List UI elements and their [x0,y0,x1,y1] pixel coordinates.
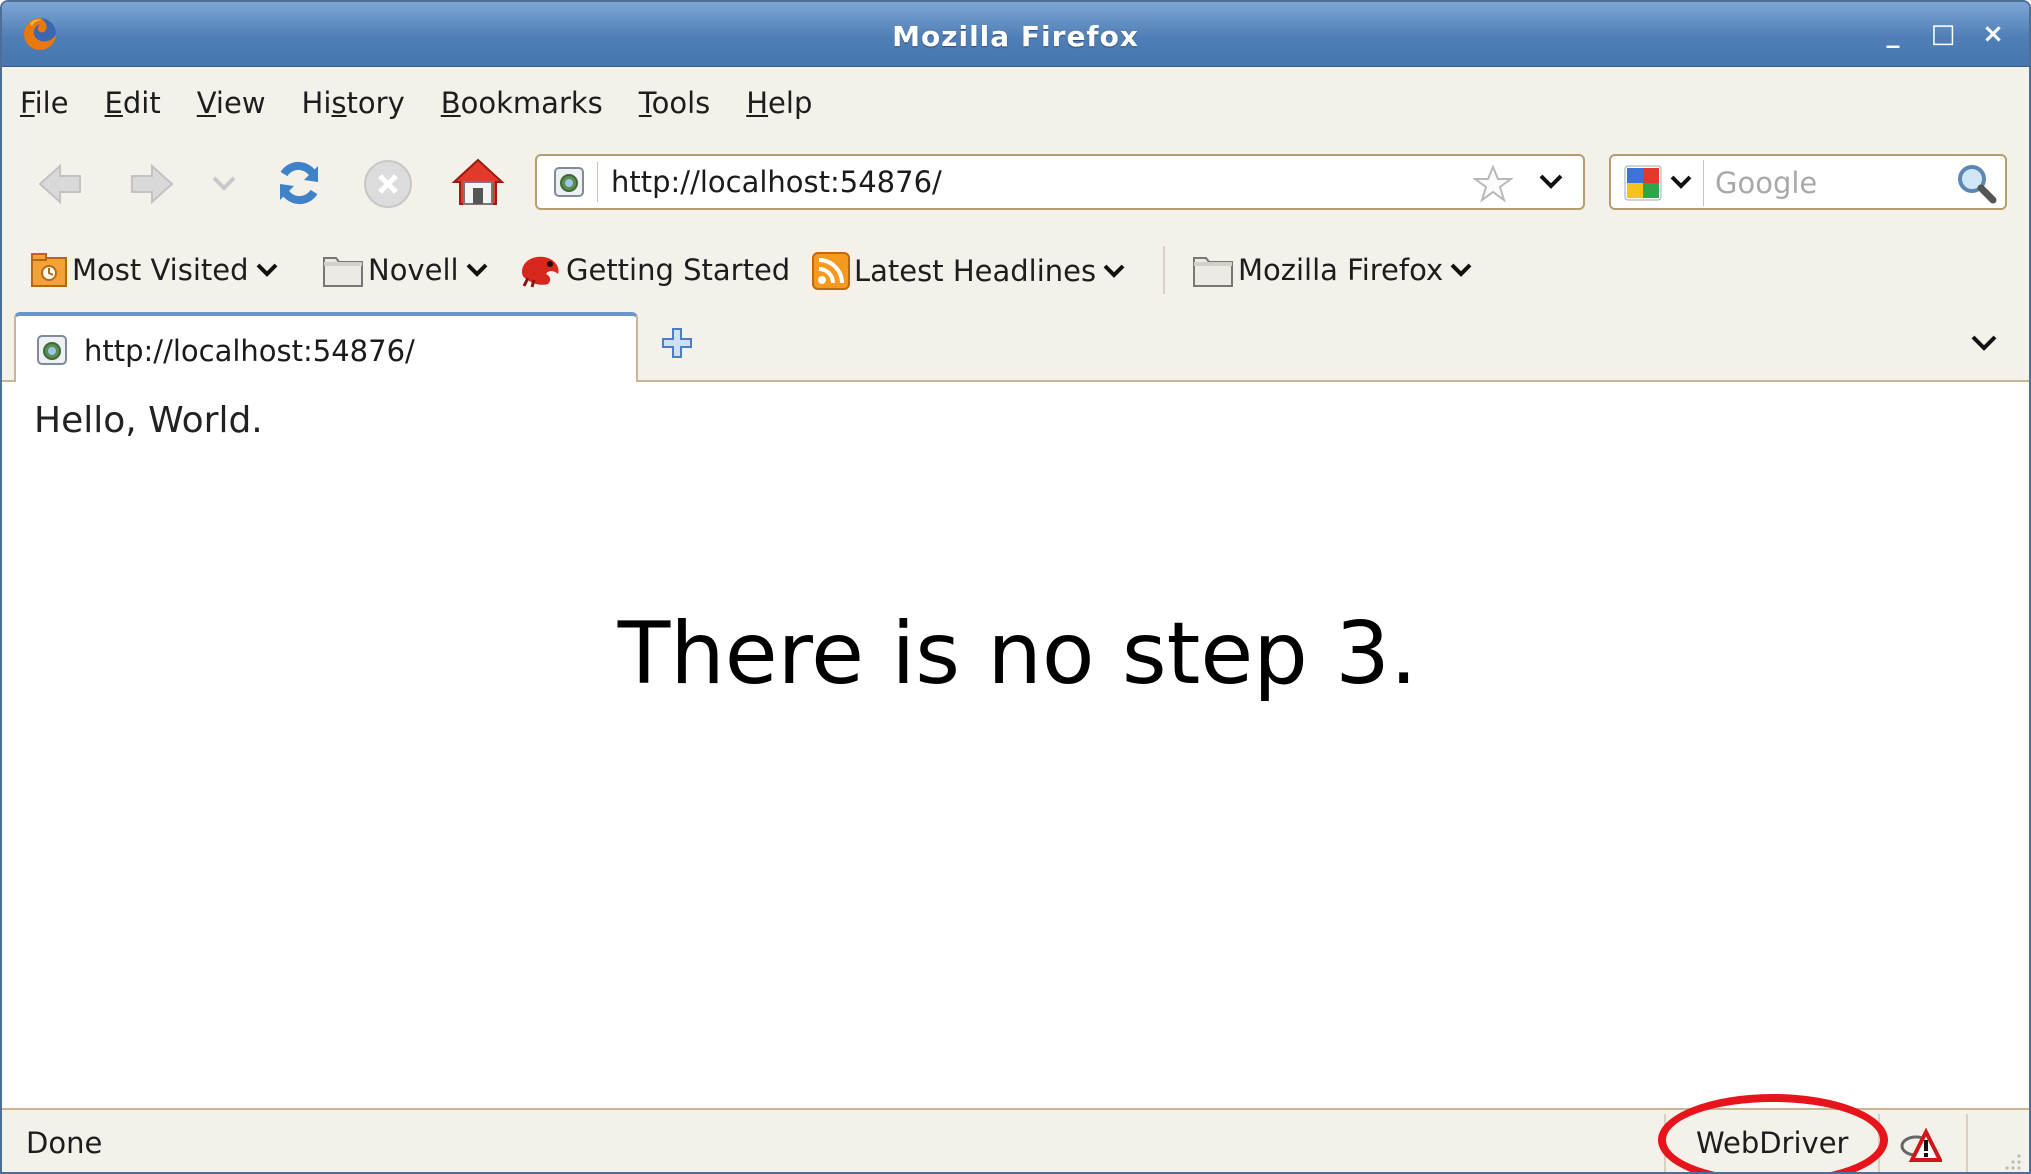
menu-bookmarks-accel: B [440,86,461,120]
site-identity-icon[interactable] [553,166,585,198]
forward-arrow-icon[interactable] [128,162,176,206]
stop-icon[interactable] [362,158,414,210]
chevron-down-icon [1103,264,1125,278]
search-magnifier-icon[interactable] [1955,162,1997,204]
search-placeholder: Google [1715,166,1818,200]
menu-bookmarks[interactable]: Bookmarks [441,86,603,120]
menu-tools-accel: T [638,86,652,120]
menu-tools[interactable]: Tools [639,86,710,120]
page-favicon-icon [37,335,67,365]
google-engine-icon[interactable] [1623,164,1663,202]
chevron-down-icon [1450,263,1472,277]
menu-edit[interactable]: Edit [105,86,161,120]
chevron-down-icon [256,263,277,277]
bookmark-getting-started[interactable]: Getting Started [518,252,790,288]
url-text: http://localhost:54876/ [611,165,942,199]
page-text: Hello, World. [34,400,263,441]
menu-view[interactable]: View [197,86,266,120]
chevron-down-icon [466,263,487,277]
bookmark-mozilla-firefox[interactable]: Mozilla Firefox [1192,252,1473,288]
overlay-caption: There is no step 3. [617,604,1418,704]
menu-history-accel: s [331,86,347,120]
folder-icon [1193,257,1233,287]
bookmark-mozilla-firefox-label: Mozilla Firefox [1238,253,1444,287]
menu-file-rest: ile [34,86,69,120]
navigation-toolbar: http://localhost:54876/ Google [2,140,2029,230]
new-tab-plus-icon[interactable] [660,326,694,360]
menu-history-rest: tory [346,86,405,120]
tab-strip: http://localhost:54876/ [2,308,2029,382]
most-visited-icon [31,253,67,287]
close-button[interactable]: × [1979,20,2007,48]
menu-edit-rest: dit [122,86,161,120]
menu-history[interactable]: History [302,86,405,120]
menu-tools-rest: ools [651,86,711,120]
tab-localhost[interactable]: http://localhost:54876/ [14,312,638,382]
status-text: Done [26,1126,103,1160]
bookmark-most-visited[interactable]: Most Visited [30,252,279,288]
folder-icon [323,257,363,287]
history-dropdown-icon[interactable] [210,174,238,194]
status-panel-divider [1966,1114,1968,1172]
menu-view-rest: iew [215,86,266,120]
tab-label: http://localhost:54876/ [84,334,415,368]
menu-view-accel: V [196,86,216,120]
menu-edit-accel: E [104,86,123,120]
bookmarks-toolbar: Most Visited Novell Getting Started Late… [2,238,2029,308]
warning-icon[interactable] [1898,1126,1942,1164]
page-content: Hello, World. There is no step 3. [2,382,2029,1108]
search-bar[interactable]: Google [1609,154,2007,210]
bookmark-most-visited-label: Most Visited [72,253,249,287]
url-bar[interactable]: http://localhost:54876/ [535,154,1585,210]
bookmark-novell-label: Novell [368,253,459,287]
home-icon[interactable] [450,154,506,210]
url-dropdown-icon[interactable] [1537,170,1565,194]
menu-history-pre: Hi [301,86,332,120]
list-all-tabs-chevron-icon[interactable] [1969,332,1999,354]
menu-help-rest: elp [768,86,813,120]
rss-feed-icon [812,252,850,290]
back-arrow-icon[interactable] [36,162,84,206]
bookmark-latest-headlines-label: Latest Headlines [854,254,1097,288]
browser-window: Mozilla Firefox _ □ × File Edit View His… [0,0,2031,1174]
menu-bookmarks-rest: ookmarks [460,86,603,120]
menu-help-accel: H [746,86,769,120]
bookmark-star-icon[interactable] [1473,164,1513,204]
maximize-button[interactable]: □ [1929,20,1957,48]
minimize-button[interactable]: _ [1879,20,1907,48]
menu-file[interactable]: File [20,86,69,120]
menu-help[interactable]: Help [746,86,812,120]
reload-icon[interactable] [272,156,326,210]
title-bar: Mozilla Firefox _ □ × [2,2,2029,67]
menu-file-accel: F [20,86,35,120]
opensuse-chameleon-icon [522,256,559,288]
resize-grip-icon[interactable] [1997,1146,2023,1172]
bookmark-latest-headlines[interactable]: Latest Headlines [812,252,1126,290]
bookmark-novell[interactable]: Novell [322,252,489,288]
bookmark-getting-started-label: Getting Started [566,253,791,287]
bookmarks-separator [1163,246,1165,294]
window-title: Mozilla Firefox [892,20,1139,53]
engine-dropdown-icon[interactable] [1669,172,1693,192]
menu-bar: File Edit View History Bookmarks Tools H… [2,68,2029,138]
